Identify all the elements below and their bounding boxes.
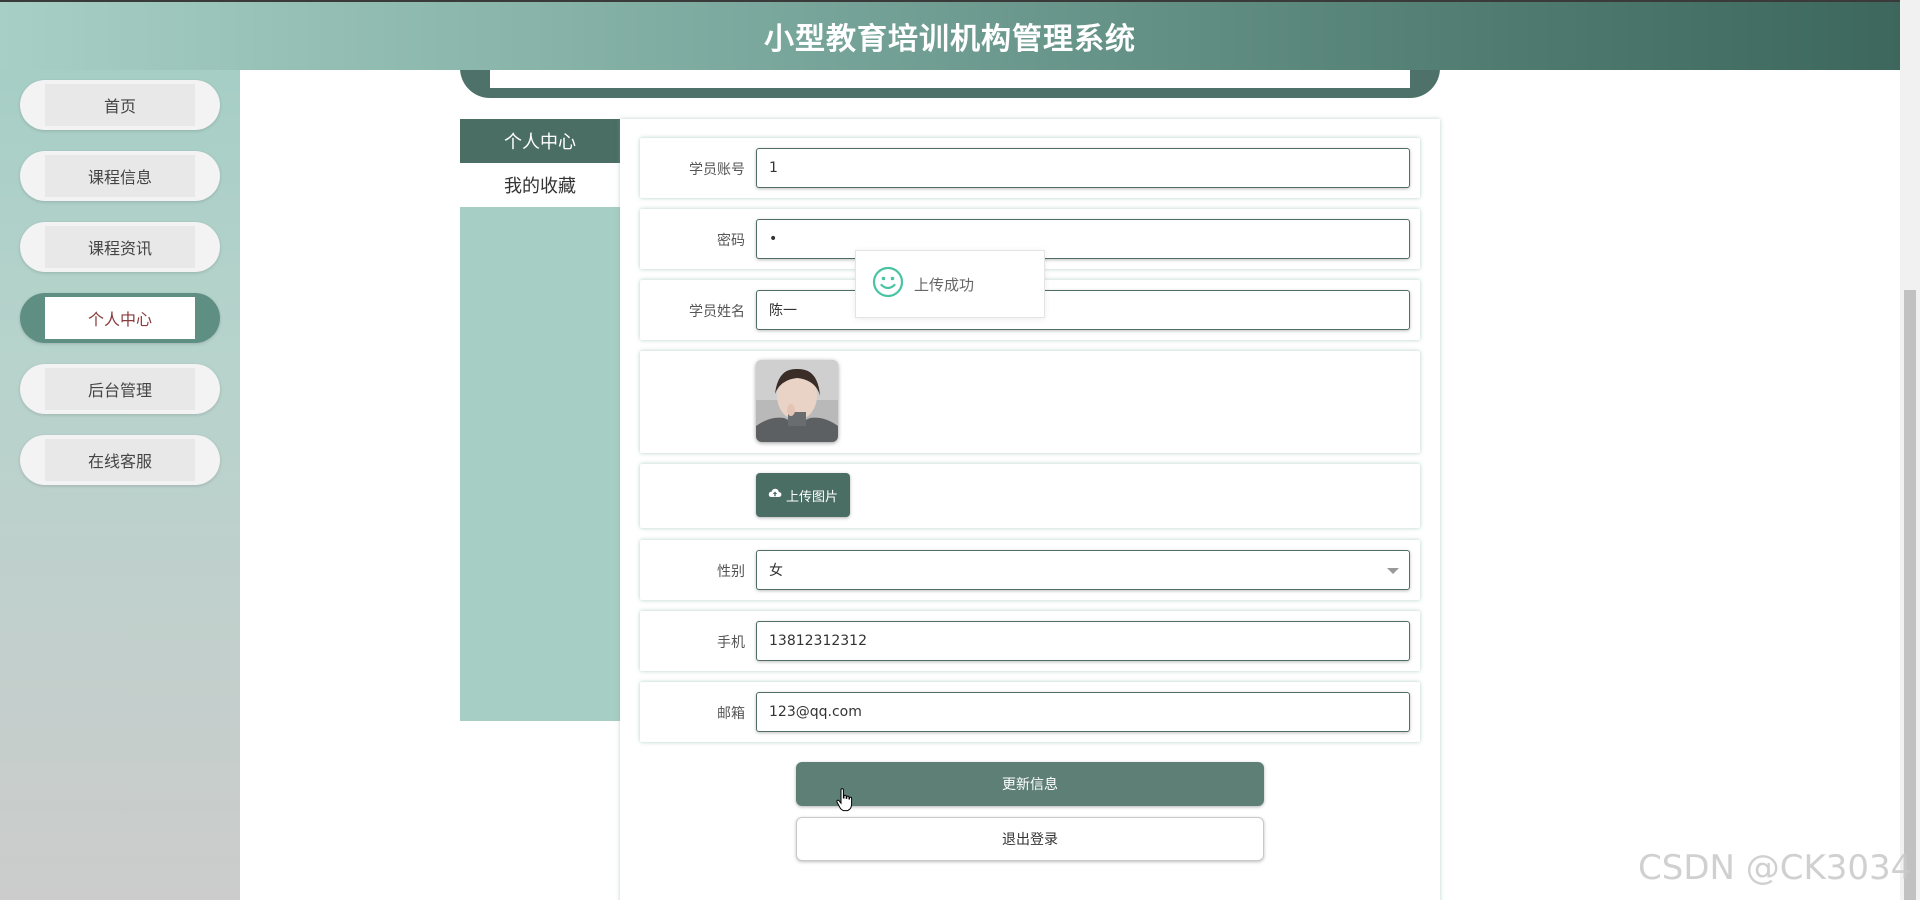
form-row-phone: 手机 13812312312 [640,611,1420,671]
upload-image-label: 上传图片 [785,489,838,505]
hand-cursor-icon [836,788,854,816]
form-row-upload: 上传图片 [640,464,1420,528]
smile-icon [872,266,904,302]
sidebar-item-label: 首页 [45,84,195,126]
password-label: 密码 [717,233,745,249]
cloud-upload-icon [768,487,782,503]
form-row-avatar [640,351,1420,453]
header-bar: 小型教育培训机构管理系统 [0,0,1900,70]
avatar [756,360,838,442]
sidebar-item-label: 个人中心 [45,297,195,339]
phone-label: 手机 [717,635,745,651]
chevron-down-icon [1387,568,1399,574]
center-menu-item-personal[interactable]: 个人中心 [460,119,620,163]
form-row-email: 邮箱 123@qq.com [640,682,1420,742]
sidebar-item-course-info[interactable]: 课程信息 [20,151,220,201]
center-menu: 个人中心 我的收藏 [460,119,620,721]
update-info-button[interactable]: 更新信息 [796,762,1264,806]
success-toast: 上传成功 [855,250,1045,318]
email-input[interactable]: 123@qq.com [756,692,1410,732]
account-input[interactable]: 1 [756,148,1410,188]
phone-input[interactable]: 13812312312 [756,621,1410,661]
sidebar-item-course-news[interactable]: 课程资讯 [20,222,220,272]
watermark: CSDN @CK3034 [1638,848,1913,888]
account-label: 学员账号 [689,162,745,178]
sidebar-item-home[interactable]: 首页 [20,80,220,130]
sidebar-item-admin[interactable]: 后台管理 [20,364,220,414]
sidebar: 首页 课程信息 课程资讯 个人中心 后台管理 在线客服 [0,70,240,900]
name-label: 学员姓名 [689,304,745,320]
gender-select-value: 女 [769,563,783,579]
form-row-account: 学员账号 1 [640,138,1420,198]
center-menu-item-favorites[interactable]: 我的收藏 [460,163,620,207]
scrollbar-thumb[interactable] [1904,290,1916,900]
email-label: 邮箱 [717,706,745,722]
page-scrollbar[interactable] [1900,0,1920,900]
upload-image-button[interactable]: 上传图片 [756,473,850,517]
sidebar-item-label: 课程信息 [45,155,195,197]
gender-label: 性别 [717,564,745,580]
sidebar-item-label: 在线客服 [45,439,195,481]
toast-message: 上传成功 [914,275,975,294]
form-row-gender: 性别 女 [640,540,1420,600]
logout-button[interactable]: 退出登录 [796,817,1264,861]
sidebar-item-label: 后台管理 [45,368,195,410]
page-title: 小型教育培训机构管理系统 [764,22,1136,57]
sidebar-item-personal-center[interactable]: 个人中心 [20,293,220,343]
gender-select[interactable]: 女 [756,550,1410,590]
sidebar-item-label: 课程资讯 [45,226,195,268]
sidebar-item-online-service[interactable]: 在线客服 [20,435,220,485]
